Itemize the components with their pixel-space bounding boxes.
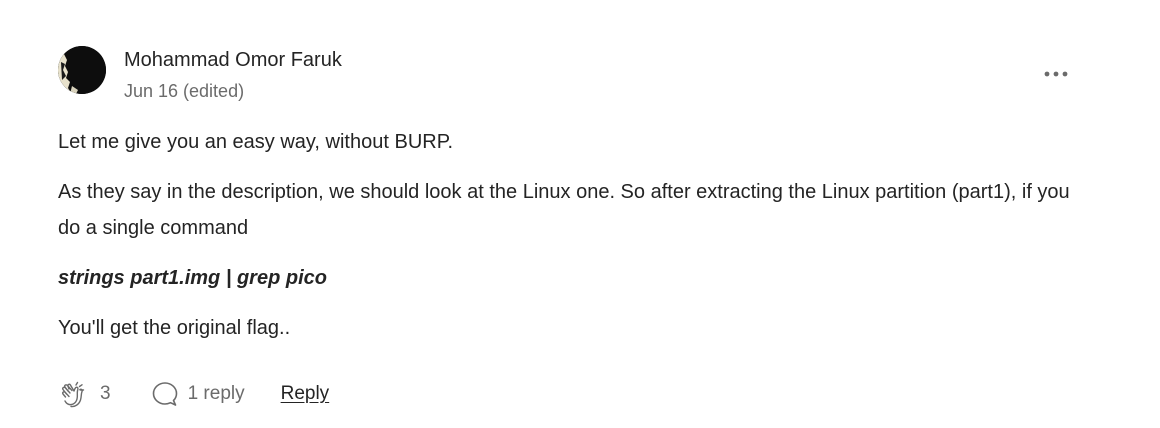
avatar-image <box>58 46 106 94</box>
comment-card: Mohammad Omor Faruk Jun 16 (edited) Let … <box>58 46 1088 360</box>
more-horizontal-icon <box>1044 71 1068 77</box>
comment-footer: 3 1 reply Reply <box>58 376 329 412</box>
more-options-button[interactable] <box>1042 60 1070 88</box>
command-text: strings part1.img | grep pico <box>58 267 327 289</box>
replies-count: 1 reply <box>187 383 245 404</box>
comment-body: Let me give you an easy way, without BUR… <box>58 124 1088 346</box>
clap-icon <box>62 381 85 408</box>
comment-date[interactable]: Jun 16 (edited) <box>124 80 342 102</box>
author-block: Mohammad Omor Faruk Jun 16 (edited) <box>124 48 342 102</box>
avatar[interactable] <box>58 46 106 94</box>
reply-button[interactable]: Reply <box>281 383 330 405</box>
comment-paragraph: You'll get the original flag.. <box>58 317 291 339</box>
clap-count: 3 <box>100 383 111 404</box>
speech-bubble-icon <box>152 382 177 406</box>
comment-header: Mohammad Omor Faruk Jun 16 (edited) <box>58 46 1088 102</box>
clap-button[interactable]: 3 <box>58 377 111 411</box>
author-name[interactable]: Mohammad Omor Faruk <box>124 48 342 72</box>
replies-button[interactable]: 1 reply <box>151 380 245 408</box>
comment-paragraph: As they say in the description, we shoul… <box>58 181 1070 239</box>
comment-paragraph: Let me give you an easy way, without BUR… <box>58 131 454 153</box>
